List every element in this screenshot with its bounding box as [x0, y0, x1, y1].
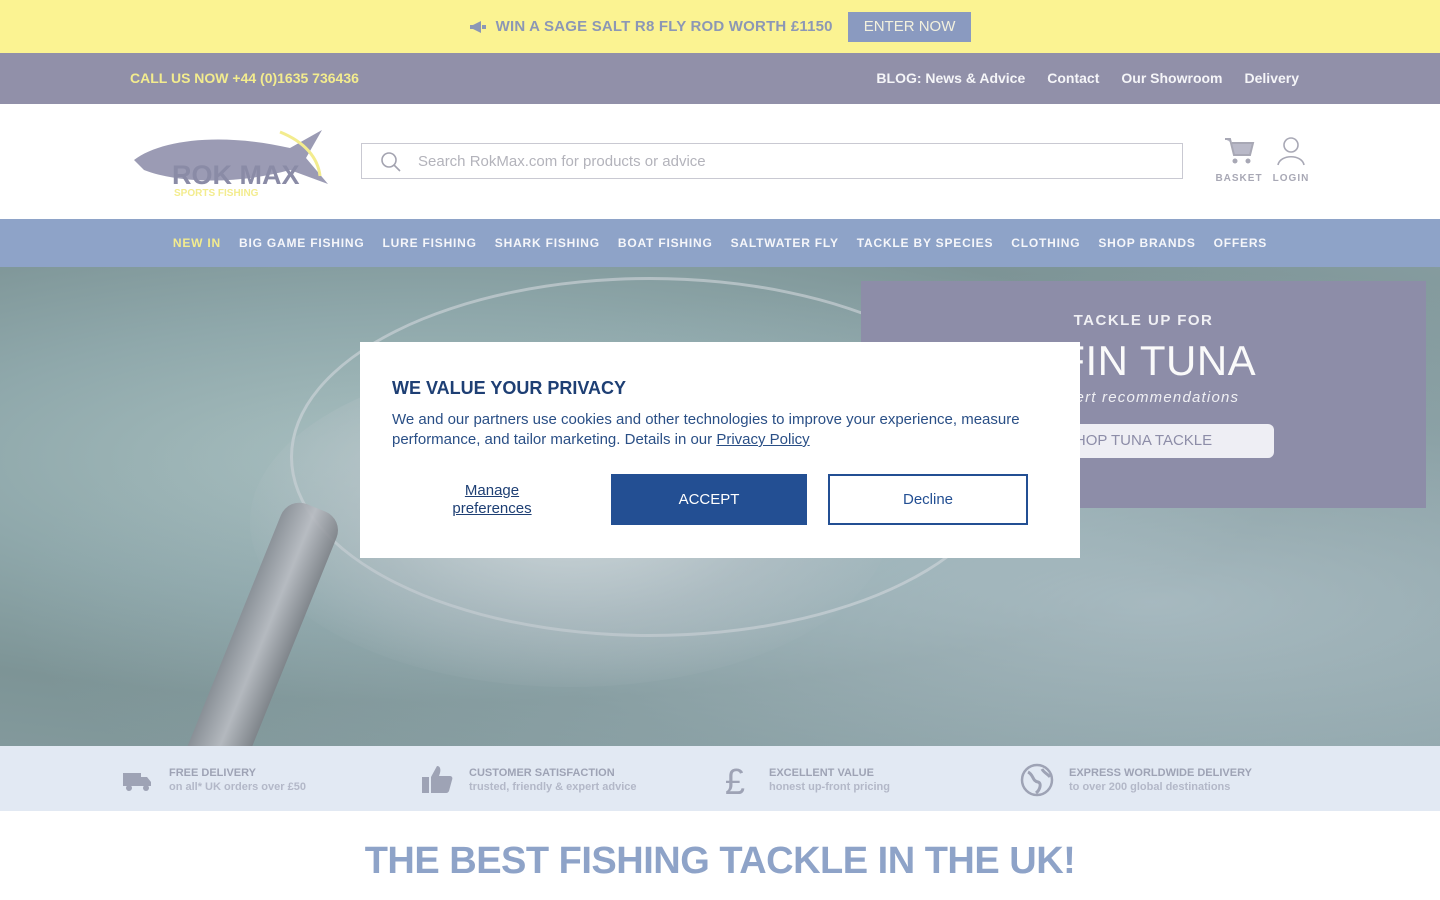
- feature-free-delivery: FREE DELIVERY on all* UK orders over £50: [120, 763, 306, 797]
- utility-bar: CALL US NOW +44 (0)1635 736436 BLOG: New…: [0, 53, 1440, 104]
- nav-boat-fishing[interactable]: BOAT FISHING: [618, 236, 713, 250]
- privacy-title: WE VALUE YOUR PRIVACY: [392, 378, 627, 398]
- privacy-policy-link[interactable]: Privacy Policy: [716, 431, 809, 448]
- delivery-link[interactable]: Delivery: [1245, 70, 1299, 86]
- blog-link[interactable]: BLOG: News & Advice: [876, 70, 1025, 86]
- features-strip: FREE DELIVERY on all* UK orders over £50 …: [0, 746, 1440, 811]
- feature-sub: trusted, friendly & expert advice: [469, 781, 637, 793]
- feature-sub: on all* UK orders over £50: [169, 781, 306, 793]
- nav-tackle-by-species[interactable]: TACKLE BY SPECIES: [857, 236, 994, 250]
- user-icon: [1277, 137, 1305, 166]
- feature-sub: honest up-front pricing: [769, 781, 890, 793]
- feature-customer-satisfaction: CUSTOMER SATISFACTION trusted, friendly &…: [420, 763, 637, 797]
- svg-text:SPORTS FISHING: SPORTS FISHING: [174, 188, 259, 198]
- megaphone-icon: [469, 20, 486, 33]
- feature-title: EXPRESS WORLDWIDE DELIVERY: [1069, 767, 1252, 779]
- feature-excellent-value: £ EXCELLENT VALUE honest up-front pricing: [720, 763, 890, 797]
- privacy-body: We and our partners use cookies and othe…: [392, 410, 1062, 450]
- showroom-link[interactable]: Our Showroom: [1121, 70, 1222, 86]
- manage-preferences-link[interactable]: Manage preferences: [432, 482, 552, 518]
- feature-worldwide-delivery: EXPRESS WORLDWIDE DELIVERY to over 200 gl…: [1020, 763, 1252, 797]
- nav-big-game-fishing[interactable]: BIG GAME FISHING: [239, 236, 364, 250]
- promo-bar: WIN A SAGE SALT R8 FLY ROD WORTH £1150 E…: [0, 0, 1440, 53]
- utility-links: BLOG: News & Advice Contact Our Showroom…: [876, 70, 1299, 86]
- privacy-text: We and our partners use cookies and othe…: [392, 411, 1020, 448]
- feature-title: CUSTOMER SATISFACTION: [469, 767, 615, 779]
- accept-button[interactable]: ACCEPT: [611, 474, 807, 525]
- contact-link[interactable]: Contact: [1047, 70, 1099, 86]
- page-headline: THE BEST FISHING TACKLE IN THE UK!: [364, 840, 1076, 882]
- nav-lure-fishing[interactable]: LURE FISHING: [383, 236, 477, 250]
- basket-button[interactable]: BASKET: [1214, 136, 1264, 184]
- search-icon[interactable]: [380, 151, 402, 173]
- truck-icon: [123, 773, 151, 791]
- nav-shop-brands[interactable]: SHOP BRANDS: [1098, 236, 1195, 250]
- svg-text:ROK MAX: ROK MAX: [172, 160, 300, 190]
- main-nav: NEW IN BIG GAME FISHING LURE FISHING SHA…: [0, 219, 1440, 267]
- nav-saltwater-fly[interactable]: SALTWATER FLY: [731, 236, 839, 250]
- nav-shark-fishing[interactable]: SHARK FISHING: [495, 236, 600, 250]
- site-header: ROK MAX SPORTS FISHING BASKET LOGIN: [0, 104, 1440, 219]
- rokmax-logo[interactable]: ROK MAX SPORTS FISHING: [130, 118, 330, 198]
- feature-title: EXCELLENT VALUE: [769, 767, 874, 779]
- nav-offers[interactable]: OFFERS: [1214, 236, 1267, 250]
- feature-title: FREE DELIVERY: [169, 767, 256, 779]
- privacy-dialog: WE VALUE YOUR PRIVACY We and our partner…: [360, 342, 1080, 558]
- login-label: LOGIN: [1272, 173, 1310, 184]
- svg-text:£: £: [725, 763, 745, 797]
- search-input[interactable]: [418, 144, 1158, 178]
- search-bar: [361, 143, 1183, 179]
- enter-now-button[interactable]: ENTER NOW: [847, 11, 972, 42]
- globe-icon: [1020, 763, 1054, 797]
- feature-sub: to over 200 global destinations: [1069, 781, 1231, 793]
- login-button[interactable]: LOGIN: [1266, 136, 1316, 184]
- basket-label: BASKET: [1215, 173, 1263, 184]
- pound-icon: £: [725, 763, 745, 797]
- thumbs-up-icon: [422, 766, 453, 793]
- decline-button[interactable]: Decline: [828, 474, 1028, 525]
- nav-new-in[interactable]: NEW IN: [173, 236, 221, 250]
- nav-clothing[interactable]: CLOTHING: [1011, 236, 1080, 250]
- promo-text: WIN A SAGE SALT R8 FLY ROD WORTH £1150: [495, 18, 833, 35]
- cart-icon: [1225, 138, 1255, 164]
- hero-kicker: TACKLE UP FOR: [1073, 312, 1214, 329]
- phone-number[interactable]: CALL US NOW +44 (0)1635 736436: [130, 70, 359, 86]
